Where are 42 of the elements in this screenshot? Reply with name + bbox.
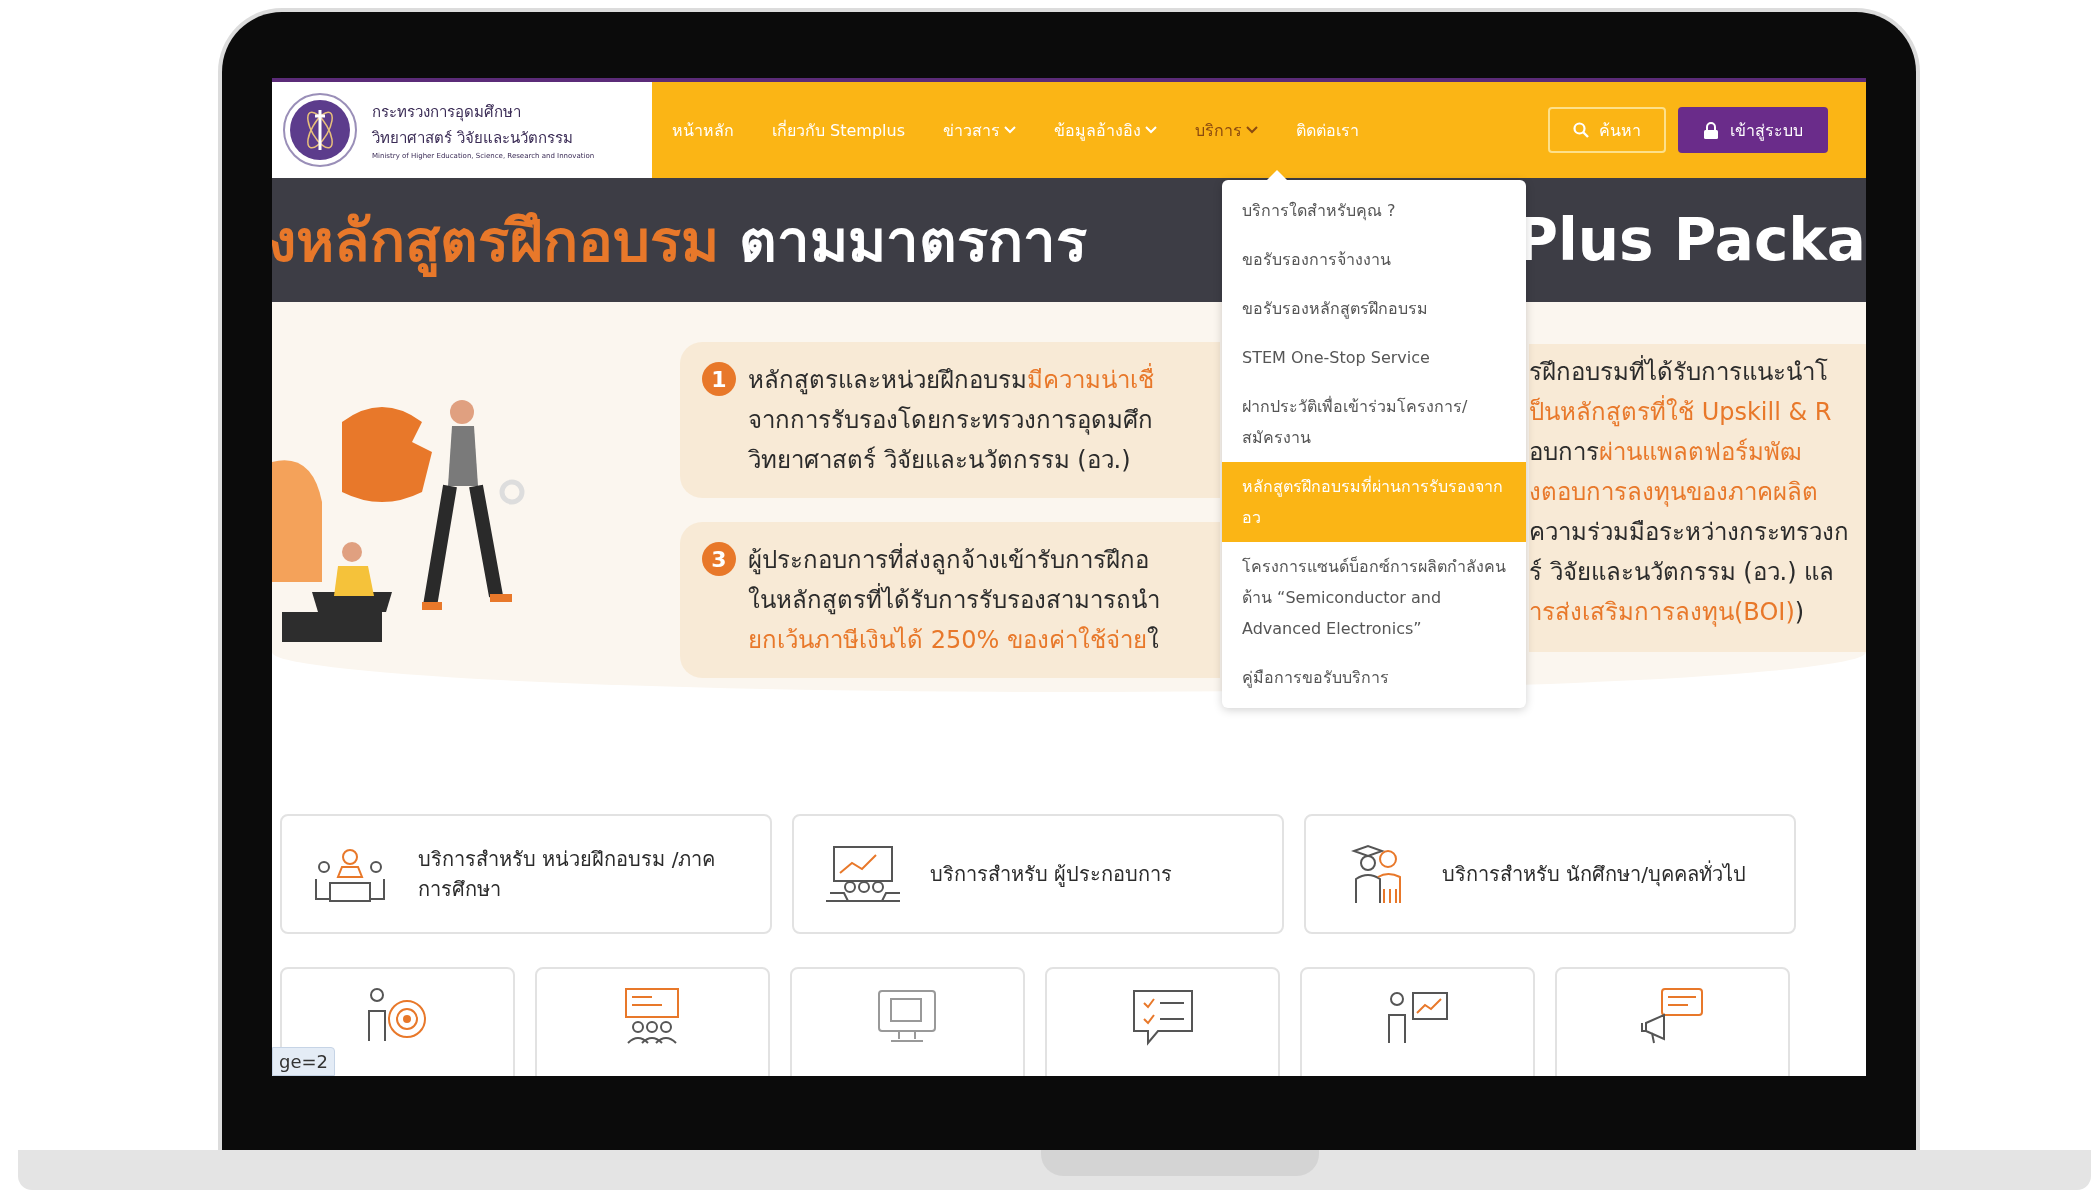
dropdown-item[interactable]: คู่มือการขอรับบริการ xyxy=(1222,653,1526,702)
step-number: 3 xyxy=(702,542,736,576)
step-number: 1 xyxy=(702,362,736,396)
service-card[interactable] xyxy=(1300,967,1535,1076)
benefit-text: ารส่งเสริมการลงทุน(BOI)) xyxy=(1529,597,1806,629)
benefit-text: อบการผ่านแพลตฟอร์มพัฒ xyxy=(1529,437,1803,468)
search-icon xyxy=(1573,122,1589,138)
lock-icon xyxy=(1703,121,1718,139)
dropdown-item[interactable]: ฝากประวัติเพื่อเข้าร่วมโครงการ/สมัครงาน xyxy=(1222,382,1526,462)
service-card[interactable]: บริการสำหรับ นักศึกษา/บุคคลทั่วไป xyxy=(1304,814,1796,934)
login-button[interactable]: เข้าสู่ระบบ xyxy=(1678,107,1828,153)
dropdown-item[interactable]: ขอรับรองหลักสูตรฝึกอบรม xyxy=(1222,284,1526,333)
chevron-down-icon xyxy=(1246,126,1259,134)
benefit-text: รฝึกอบรมที่ได้รับการแนะนำโ xyxy=(1529,352,1866,392)
benefit-text: ป็นหลักสูตรที่ใช้ Upskill & R xyxy=(1529,392,1866,432)
ministry-name: วิทยาศาสตร์ วิจัยและนวัตกรรม xyxy=(372,128,574,149)
benefit-text: จากการรับรองโดยกระทรวงการอุดมศึก xyxy=(748,405,1154,437)
service-card[interactable] xyxy=(790,967,1025,1076)
benefit-text: ความร่วมมือระหว่างกระทรวงก xyxy=(1529,517,1850,548)
nav-link[interactable]: บริการ xyxy=(1195,117,1259,143)
benefit-text: ร์ วิจัยและนวัตกรรม (อว.) แล xyxy=(1529,557,1836,588)
benefit-text: ผู้ประกอบการที่ส่งลูกจ้างเข้ารับการฝึกอ xyxy=(748,540,1160,580)
benefit-text: งตอบการลงทุนของภาคผลิต xyxy=(1529,477,1819,509)
benefit-text: ในหลักสูตรที่ได้รับการรับรองสามารถนำ xyxy=(748,580,1160,620)
service-card[interactable] xyxy=(1045,967,1280,1076)
dropdown-item[interactable]: บริการใดสำหรับคุณ ? xyxy=(1222,186,1526,235)
service-card[interactable] xyxy=(535,967,770,1076)
ministry-name: กระทรวงการอุดมศึกษา xyxy=(372,102,522,124)
chevron-down-icon xyxy=(1145,126,1158,134)
status-url-tooltip: ge=2 xyxy=(272,1047,336,1076)
service-card[interactable] xyxy=(1555,967,1790,1076)
service-card[interactable]: บริการสำหรับ หน่วยฝึกอบรม /ภาคการศึกษา xyxy=(280,814,772,934)
benefit-text: ยกเว้นภาษีเงินได้ 250% ของค่าใช้จ่ายใ xyxy=(748,625,1160,656)
ministry-emblem-icon xyxy=(282,92,358,168)
dropdown-item[interactable]: STEM One-Stop Service xyxy=(1222,333,1526,382)
service-card[interactable]: บริการสำหรับ ผู้ประกอบการ xyxy=(792,814,1284,934)
benefit-text: วิทยาศาสตร์ วิจัยและนวัตกรรม (อว.) xyxy=(748,445,1132,476)
chevron-down-icon xyxy=(1004,126,1017,134)
benefit-text: หลักสูตรและหน่วยฝึกอบรมมีความน่าเชื่ xyxy=(748,360,1154,400)
dropdown-item[interactable]: ขอรับรองการจ้างงาน xyxy=(1222,235,1526,284)
service-card[interactable] xyxy=(280,967,515,1076)
dropdown-item[interactable]: โครงการแซนด์บ็อกซ์การผลิตกำลังคนด้าน “Semiconductor and Advanced Electronics” xyxy=(1222,542,1526,653)
